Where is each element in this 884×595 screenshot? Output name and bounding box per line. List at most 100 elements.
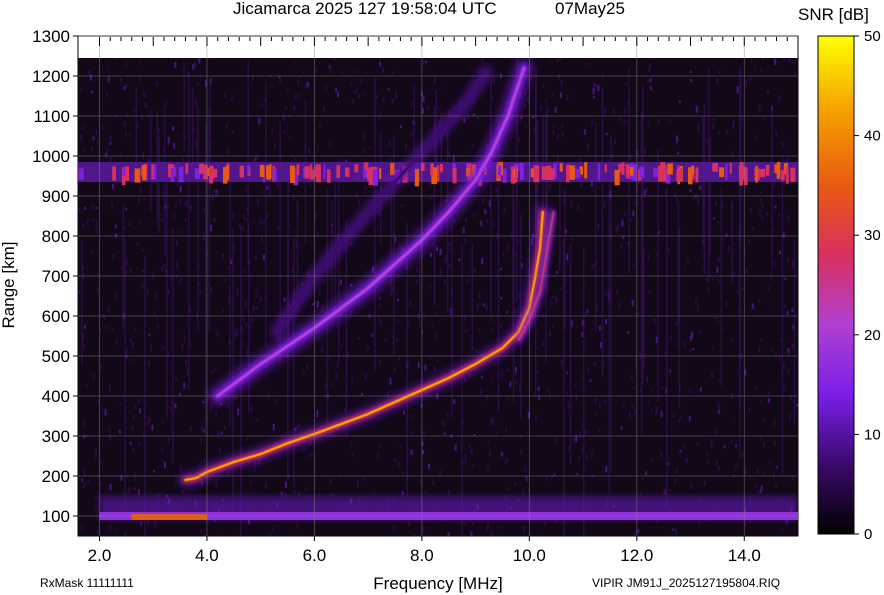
noise-speck: [487, 466, 489, 471]
noise-streak: [512, 202, 515, 404]
noise-speck: [378, 359, 381, 366]
noise-speck: [675, 468, 678, 474]
noise-speck: [109, 483, 112, 491]
noise-speck: [336, 91, 339, 98]
noise-speck: [439, 87, 442, 90]
noise-speck: [140, 522, 142, 525]
noise-speck: [506, 311, 509, 314]
noise-speck: [598, 402, 601, 409]
noise-speck: [667, 247, 670, 253]
noise-speck: [741, 452, 744, 459]
noise-speck: [774, 261, 777, 267]
noise-speck: [613, 138, 616, 145]
noise-speck: [234, 331, 237, 339]
noise-streak: [559, 166, 561, 271]
noise-speck: [767, 89, 769, 95]
noise-speck: [109, 525, 112, 532]
noise-speck: [304, 83, 307, 90]
noise-speck: [192, 63, 195, 70]
noise-speck: [265, 482, 267, 489]
noise-speck: [712, 347, 715, 351]
noise-speck: [254, 254, 257, 260]
noise-speck: [623, 211, 626, 216]
noise-speck: [753, 65, 756, 69]
noise-speck: [82, 126, 85, 131]
noise-speck: [397, 460, 400, 467]
noise-speck: [725, 301, 727, 307]
noise-speck: [515, 381, 518, 385]
noise-speck: [675, 197, 678, 204]
noise-speck: [231, 131, 234, 134]
interference-speck: [597, 163, 601, 181]
noise-speck: [791, 476, 794, 481]
noise-speck: [707, 287, 710, 293]
noise-speck: [399, 443, 402, 448]
noise-speck: [760, 338, 763, 342]
noise-speck: [507, 368, 510, 373]
noise-speck: [425, 60, 428, 64]
noise-speck: [551, 92, 554, 98]
noise-speck: [552, 324, 555, 328]
noise-speck: [129, 441, 132, 445]
noise-speck: [619, 118, 622, 122]
noise-speck: [88, 70, 90, 75]
noise-speck: [272, 424, 275, 431]
noise-speck: [633, 200, 636, 206]
interference-speck: [273, 168, 277, 182]
noise-speck: [182, 157, 184, 162]
noise-speck: [620, 426, 623, 430]
noise-speck: [540, 107, 543, 111]
noise-speck: [312, 303, 314, 306]
noise-speck: [443, 258, 446, 264]
noise-speck: [453, 399, 456, 404]
noise-speck: [756, 468, 759, 474]
noise-speck: [252, 492, 255, 495]
noise-speck: [316, 147, 319, 151]
noise-speck: [545, 99, 548, 104]
noise-speck: [214, 367, 217, 371]
noise-speck: [432, 480, 434, 485]
noise-speck: [633, 409, 636, 415]
noise-speck: [651, 388, 654, 391]
noise-speck: [555, 436, 558, 442]
noise-speck: [575, 394, 578, 402]
noise-speck: [718, 132, 721, 135]
noise-speck: [517, 240, 520, 243]
noise-speck: [523, 525, 526, 533]
interference-speck: [185, 163, 189, 174]
noise-speck: [593, 95, 596, 99]
noise-speck: [83, 149, 86, 152]
noise-speck: [464, 523, 467, 526]
interference-speck: [639, 166, 645, 178]
noise-speck: [424, 364, 427, 371]
noise-speck: [605, 319, 607, 324]
y-tick-label: 800: [42, 227, 70, 246]
noise-speck: [119, 402, 122, 406]
noise-speck: [550, 299, 553, 307]
noise-streak: [337, 158, 340, 363]
noise-speck: [316, 410, 319, 418]
noise-speck: [554, 107, 557, 113]
noise-speck: [745, 86, 748, 89]
noise-speck: [185, 359, 188, 367]
file-name-label: VIPIR JM91J_2025127195804.RIQ: [592, 576, 780, 590]
noise-speck: [775, 484, 778, 489]
noise-speck: [115, 338, 118, 345]
noise-speck: [132, 358, 135, 362]
noise-speck: [114, 113, 117, 118]
noise-speck: [513, 482, 516, 486]
noise-speck: [244, 217, 247, 221]
noise-speck: [502, 253, 505, 257]
noise-speck: [468, 67, 471, 71]
noise-speck: [251, 316, 254, 323]
noise-speck: [339, 279, 342, 285]
noise-speck: [485, 220, 488, 224]
noise-speck: [85, 384, 88, 388]
noise-speck: [470, 448, 473, 455]
noise-speck: [589, 379, 592, 382]
noise-speck: [394, 237, 397, 242]
noise-speck: [718, 70, 721, 74]
noise-speck: [322, 106, 325, 112]
noise-speck: [561, 359, 563, 366]
noise-speck: [506, 242, 509, 250]
